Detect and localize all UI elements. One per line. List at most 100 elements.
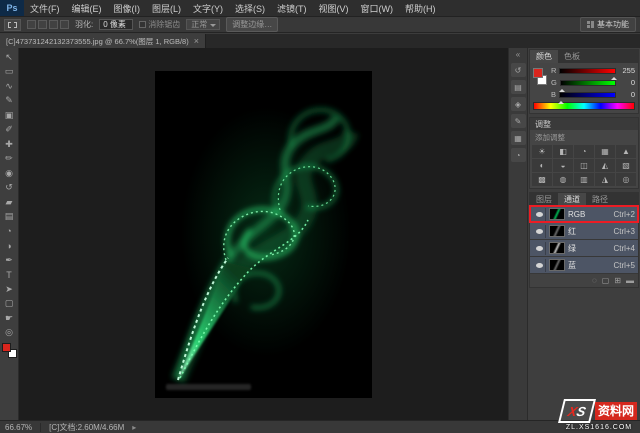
tab-channels[interactable]: 通道 — [558, 193, 586, 206]
blue-value[interactable]: 0 — [619, 90, 635, 99]
add-selection-button[interactable] — [38, 20, 47, 29]
color-lookup-icon[interactable]: ▩ — [532, 173, 552, 186]
tool-zoom[interactable]: ◎ — [1, 326, 18, 341]
tool-shape[interactable]: ▢ — [1, 297, 18, 312]
exposure-icon[interactable]: ▦ — [595, 145, 615, 158]
document-tab[interactable]: [C]473731242132373555.jpg @ 66.7%(图层 1, … — [0, 34, 206, 48]
new-selection-button[interactable] — [27, 20, 36, 29]
tool-type[interactable]: T — [1, 268, 18, 283]
feather-input[interactable]: 0 像素 — [99, 19, 133, 30]
selective-color-icon[interactable]: ◎ — [616, 173, 636, 186]
expand-panels-icon[interactable]: « — [516, 50, 520, 60]
intersect-selection-button[interactable] — [60, 20, 69, 29]
red-value[interactable]: 255 — [619, 66, 635, 75]
black-white-icon[interactable]: ◫ — [574, 159, 594, 172]
visibility-eye-icon[interactable] — [533, 242, 546, 255]
dock-panel-icon-5[interactable]: ▦ — [511, 131, 526, 145]
tool-gradient[interactable]: ▤ — [1, 210, 18, 225]
tool-lasso[interactable]: ∿ — [1, 79, 18, 94]
dock-panel-icon-2[interactable]: ▤ — [511, 80, 526, 94]
dock-panel-icon-3[interactable]: ◈ — [511, 97, 526, 111]
save-selection-icon[interactable]: ▢ — [602, 276, 610, 285]
levels-icon[interactable]: ◧ — [553, 145, 573, 158]
curves-icon[interactable]: ◔ — [574, 145, 594, 158]
tab-swatches[interactable]: 色板 — [558, 50, 586, 63]
selection-mode-buttons — [27, 20, 69, 29]
menu-view[interactable]: 视图(V) — [313, 0, 355, 16]
tool-healing-brush[interactable]: ✚ — [1, 137, 18, 152]
channel-row-rgb[interactable]: RGB Ctrl+2 — [530, 206, 638, 223]
tool-marquee[interactable]: ▭ — [1, 65, 18, 80]
menu-help[interactable]: 帮助(H) — [399, 0, 442, 16]
dock-panel-icon-1[interactable]: ↺ — [511, 63, 526, 77]
dock-panel-icon-6[interactable]: ◔ — [511, 148, 526, 162]
color-spectrum-bar[interactable] — [533, 102, 635, 110]
brightness-contrast-icon[interactable]: ☀ — [532, 145, 552, 158]
tool-history-brush[interactable]: ↺ — [1, 181, 18, 196]
tool-clone-stamp[interactable]: ◉ — [1, 166, 18, 181]
document-image[interactable] — [156, 72, 371, 397]
green-value[interactable]: 0 — [619, 78, 635, 87]
menu-type[interactable]: 文字(Y) — [187, 0, 229, 16]
photo-filter-icon[interactable]: ◭ — [595, 159, 615, 172]
green-slider[interactable] — [560, 80, 616, 86]
tab-color[interactable]: 颜色 — [530, 50, 558, 63]
antialias-checkbox[interactable]: 消除锯齿 — [139, 19, 180, 30]
foreground-swatch[interactable] — [533, 68, 543, 78]
channel-row-red[interactable]: 红 Ctrl+3 — [530, 223, 638, 240]
color-balance-icon[interactable]: ◒ — [553, 159, 573, 172]
menu-layer[interactable]: 图层(L) — [146, 0, 187, 16]
blue-slider-knob[interactable] — [558, 98, 564, 104]
menu-window[interactable]: 窗口(W) — [355, 0, 400, 16]
tool-hand[interactable]: ☛ — [1, 311, 18, 326]
tool-eraser[interactable]: ▰ — [1, 195, 18, 210]
tool-quick-select[interactable]: ✎ — [1, 94, 18, 109]
foreground-color-swatch[interactable] — [2, 343, 11, 352]
canvas-area[interactable] — [19, 48, 508, 420]
tool-eyedropper[interactable]: ✐ — [1, 123, 18, 138]
menu-filter[interactable]: 滤镜(T) — [271, 0, 313, 16]
close-icon[interactable]: × — [194, 36, 199, 46]
menu-edit[interactable]: 编辑(E) — [66, 0, 108, 16]
tool-dodge[interactable]: ◑ — [1, 239, 18, 254]
zoom-level[interactable]: 66.67% — [5, 423, 32, 432]
threshold-icon[interactable]: ◮ — [595, 173, 615, 186]
menu-select[interactable]: 选择(S) — [229, 0, 271, 16]
menu-file[interactable]: 文件(F) — [24, 0, 66, 16]
subtract-selection-button[interactable] — [49, 20, 58, 29]
vibrance-icon[interactable]: ▲ — [616, 145, 636, 158]
status-arrow-icon[interactable]: ▸ — [132, 423, 136, 432]
visibility-eye-icon[interactable] — [533, 225, 546, 238]
workspace-switcher[interactable]: 基本功能 — [580, 17, 636, 32]
invert-icon[interactable]: ◍ — [553, 173, 573, 186]
tab-paths[interactable]: 路径 — [586, 193, 614, 206]
tool-crop[interactable]: ▣ — [1, 108, 18, 123]
color-panel-swatches[interactable] — [533, 66, 548, 92]
tool-pen[interactable]: ✒ — [1, 253, 18, 268]
tool-blur[interactable]: ◔ — [1, 224, 18, 239]
red-slider[interactable] — [559, 68, 616, 74]
tab-layers[interactable]: 图层 — [530, 193, 558, 206]
dock-panel-icon-4[interactable]: ✎ — [511, 114, 526, 128]
channel-row-green[interactable]: 绿 Ctrl+4 — [530, 240, 638, 257]
refine-edge-button[interactable]: 调整边缘… — [226, 17, 278, 32]
tool-brush[interactable]: ✏ — [1, 152, 18, 167]
tool-move[interactable]: ↖ — [1, 50, 18, 65]
feather-label: 羽化: — [75, 19, 93, 30]
delete-channel-icon[interactable]: ▬ — [626, 276, 634, 285]
channel-mixer-icon[interactable]: ▧ — [616, 159, 636, 172]
load-selection-icon[interactable]: ◌ — [592, 276, 597, 285]
menu-image[interactable]: 图像(I) — [108, 0, 147, 16]
photoshop-logo[interactable]: Ps — [0, 0, 24, 16]
new-channel-icon[interactable]: ⊞ — [614, 276, 621, 285]
color-swatches[interactable] — [2, 343, 17, 358]
hue-saturation-icon[interactable]: ◐ — [532, 159, 552, 172]
channel-row-blue[interactable]: 蓝 Ctrl+5 — [530, 257, 638, 274]
tool-path-select[interactable]: ➤ — [1, 282, 18, 297]
current-tool-icon[interactable] — [4, 19, 21, 31]
visibility-eye-icon[interactable] — [533, 259, 546, 272]
posterize-icon[interactable]: ▥ — [574, 173, 594, 186]
blue-slider[interactable] — [559, 92, 616, 98]
visibility-eye-icon[interactable] — [533, 208, 546, 221]
style-select[interactable]: 正常 — [186, 19, 220, 30]
